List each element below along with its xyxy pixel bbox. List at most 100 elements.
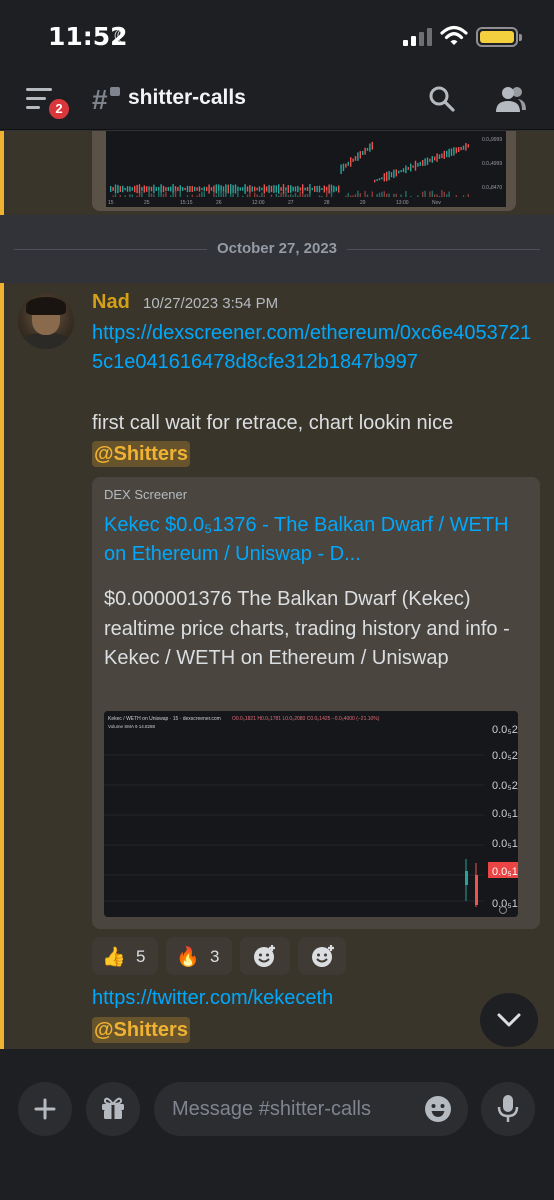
candle — [438, 154, 441, 159]
add-reaction-icon — [312, 945, 334, 967]
volume-bar — [446, 194, 448, 197]
candle — [297, 185, 299, 193]
candle — [153, 184, 155, 194]
candle — [369, 143, 371, 152]
message-list[interactable]: 15 25 15:15 26 12:00 27 28 29 13:00 Nov 0.0₄9999 0… — [0, 131, 554, 1049]
volume-bar — [230, 193, 232, 197]
reaction-thumbs-up[interactable]: 👍 5 — [92, 937, 158, 975]
role-mention[interactable]: @Shitters — [92, 441, 190, 467]
volume-bar — [321, 195, 323, 197]
candle — [170, 186, 172, 192]
role-mention[interactable]: @Shitters — [92, 1017, 190, 1043]
candle — [383, 173, 385, 182]
search-icon[interactable] — [428, 85, 456, 113]
microphone-icon — [497, 1095, 519, 1122]
x-tick-label: 13:00 — [396, 200, 409, 206]
volume-bar — [309, 192, 311, 197]
volume-bar — [203, 192, 205, 197]
candle — [150, 186, 153, 192]
emoji-icon[interactable] — [424, 1095, 452, 1123]
volume-bar — [306, 193, 309, 197]
embed-chart-image[interactable]: Kekec / WETH on Uniswap · 15 · dexscreen… — [104, 711, 518, 917]
x-tick-label: Nov — [432, 200, 441, 206]
candle — [299, 187, 301, 191]
message-author[interactable]: Nad — [92, 291, 130, 314]
candle — [227, 184, 229, 194]
message-field[interactable] — [154, 1082, 468, 1136]
embed-title[interactable]: Kekec $0.0₅1376 - The Balkan Dwarf / WET… — [104, 511, 524, 569]
candle — [311, 187, 313, 191]
volume-bar — [220, 190, 222, 197]
y-tick-label: 0.0₅1 — [492, 866, 518, 878]
y-tick-label: 0.0₅2 — [492, 724, 518, 736]
status-bar: 11:52 ☾ — [0, 0, 554, 72]
candle — [422, 160, 424, 166]
volume-bar — [150, 193, 153, 197]
candle — [354, 156, 357, 161]
date-divider: October 27, 2023 — [14, 237, 540, 261]
voice-message-button[interactable] — [481, 1082, 535, 1136]
message-input[interactable] — [172, 1082, 412, 1136]
candle — [114, 184, 117, 194]
candle — [304, 187, 306, 191]
candle — [177, 186, 179, 192]
candle — [275, 185, 277, 193]
candle — [251, 186, 253, 192]
volume-bar — [436, 194, 438, 197]
candle — [143, 185, 145, 193]
volume-bar — [213, 192, 215, 197]
volume-bar — [124, 195, 126, 197]
embed-provider[interactable]: DEX Screener — [104, 487, 187, 502]
volume-bar — [438, 195, 441, 197]
candle — [230, 184, 232, 194]
volume-bar — [290, 193, 292, 197]
embed-description: $0.000001376 The Balkan Dwarf (Kekec) re… — [104, 588, 510, 669]
members-icon[interactable] — [494, 84, 528, 114]
candle — [215, 184, 217, 194]
candle — [208, 184, 210, 194]
jump-to-present-button[interactable] — [480, 993, 538, 1047]
x-tick-label: 28 — [324, 200, 330, 206]
volume-bar — [270, 194, 273, 197]
volume-bar — [330, 191, 333, 197]
candle — [441, 153, 443, 159]
candle — [138, 184, 141, 194]
volume-bar — [318, 195, 321, 197]
candle — [155, 187, 157, 191]
volume-bar — [198, 193, 201, 197]
candle — [366, 147, 369, 151]
gift-button[interactable] — [86, 1082, 140, 1136]
candle — [246, 186, 249, 192]
volume-bar — [129, 194, 131, 197]
candle — [429, 158, 431, 162]
volume-bar — [366, 194, 369, 197]
reaction-fire[interactable]: 🔥 3 — [166, 937, 232, 975]
candle — [400, 170, 402, 173]
avatar[interactable] — [18, 293, 74, 349]
previous-embed-chart[interactable]: 15 25 15:15 26 12:00 27 28 29 13:00 Nov 0.0₄9999 0… — [92, 131, 516, 211]
candle — [448, 148, 450, 158]
chart-header: Kekec / WETH on Uniswap · 15 · dexscreen… — [108, 716, 221, 722]
add-reaction-button[interactable] — [298, 937, 346, 975]
volume-bar — [249, 192, 251, 197]
candle — [122, 185, 124, 193]
volume-bar — [282, 194, 285, 197]
candle — [359, 151, 361, 159]
attach-button[interactable] — [18, 1082, 72, 1136]
message-link[interactable]: https://dexscreener.com/ethereum/0xc6e40… — [92, 319, 542, 377]
volume-bar — [395, 193, 397, 197]
add-super-reaction-button[interactable] — [240, 937, 290, 975]
candle — [393, 169, 395, 178]
volume-bar — [246, 194, 249, 197]
volume-bar — [158, 190, 160, 197]
volume-bar — [237, 192, 239, 197]
volume-bar — [350, 195, 352, 197]
channel-title[interactable]: shitter-calls — [128, 86, 246, 110]
candle — [222, 186, 225, 192]
candle — [146, 186, 148, 192]
volume-bar — [287, 195, 289, 197]
candle — [141, 187, 143, 191]
link-embed: DEX Screener Kekec $0.0₅1376 - The Balka… — [92, 477, 540, 929]
candle — [323, 185, 325, 193]
message-link[interactable]: https://twitter.com/kekeceth — [92, 987, 333, 1010]
